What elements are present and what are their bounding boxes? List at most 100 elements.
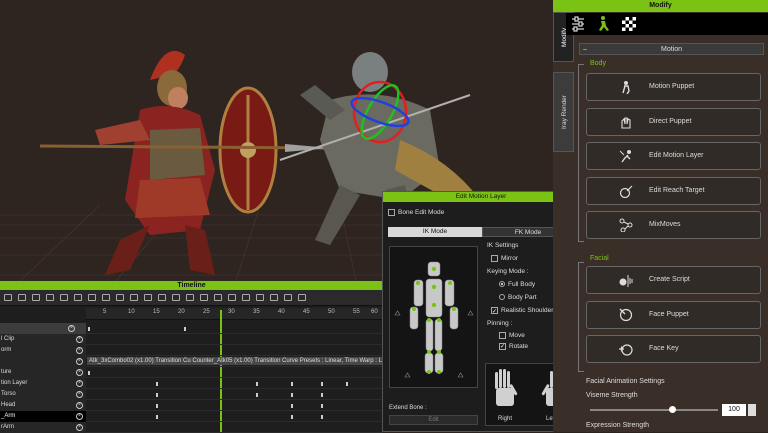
timeline-title: Timeline — [0, 281, 383, 290]
motion-clip-bar[interactable]: Atk_3xCombo02 (x1.00) Transition Cu Coun… — [87, 357, 383, 365]
track-close-icon[interactable]: × — [76, 358, 83, 365]
body-bone-map[interactable] — [389, 246, 478, 388]
timeline-row[interactable]: × Atk_3xCombo02 (x1.00) Transition Cu Co… — [0, 356, 383, 367]
create-script-label: Create Script — [649, 276, 690, 283]
tl-tool-21-icon[interactable] — [284, 294, 292, 301]
tl-tool-20-icon[interactable] — [270, 294, 278, 301]
tl-tool-19-icon[interactable] — [256, 294, 264, 301]
checker-icon[interactable] — [622, 17, 636, 31]
timeline-row[interactable]: _Arm × — [0, 411, 383, 422]
ruler-tick: 30 — [228, 309, 235, 315]
viseme-stepper[interactable] — [748, 404, 756, 416]
track-close-icon[interactable]: × — [76, 380, 83, 387]
direct-puppet-button[interactable]: Direct Puppet — [586, 108, 761, 136]
motion-puppet-button[interactable]: Motion Puppet — [586, 73, 761, 101]
tl-tool-5-icon[interactable] — [60, 294, 68, 301]
track-label: _Arm — [0, 411, 86, 422]
timeline-row[interactable]: Head × — [0, 400, 383, 411]
panel-toolbar-icons — [572, 16, 636, 32]
tl-tool-7-icon[interactable] — [88, 294, 96, 301]
track-label: ture — [0, 367, 86, 378]
timeline-row[interactable]: rArm × — [0, 422, 383, 433]
realistic-shoulder-checkbox[interactable]: Realistic Shoulder — [487, 304, 553, 319]
track-keys[interactable] — [86, 323, 383, 334]
tl-tool-8-icon[interactable] — [102, 294, 110, 301]
track-close-icon[interactable]: × — [76, 369, 83, 376]
timeline-row[interactable]: Torso × — [0, 389, 383, 400]
tab-ik-mode[interactable]: IK Mode — [388, 227, 482, 237]
timeline-row[interactable]: ture × — [0, 367, 383, 378]
extend-bone-edit-button[interactable]: Edit — [389, 415, 478, 425]
track-keys[interactable] — [86, 367, 383, 378]
face-key-button[interactable]: Face Key — [586, 335, 761, 363]
full-body-radio[interactable]: Full Body — [487, 278, 553, 291]
motion-header-label: Motion — [660, 46, 682, 53]
edit-reach-target-button[interactable]: Edit Reach Target — [586, 177, 761, 205]
track-close-icon[interactable]: × — [76, 391, 83, 398]
rotate-checkbox[interactable]: Rotate — [487, 341, 553, 353]
tl-tool-17-icon[interactable] — [228, 294, 236, 301]
ruler-tick: 60 — [371, 309, 378, 315]
motion-section-header[interactable]: – Motion — [579, 43, 764, 55]
tab-iray-render[interactable]: Iray Render — [553, 72, 574, 152]
tl-tool-16-icon[interactable] — [214, 294, 222, 301]
direct-puppet-label: Direct Puppet — [649, 118, 692, 125]
tl-tool-6-icon[interactable] — [74, 294, 82, 301]
viseme-strength-slider[interactable] — [590, 406, 718, 413]
face-puppet-icon — [619, 308, 633, 322]
track-close-icon[interactable]: × — [68, 325, 75, 332]
tl-tool-15-icon[interactable] — [200, 294, 208, 301]
track-close-icon[interactable]: × — [76, 336, 83, 343]
dialog-title-bar[interactable]: Edit Motion Layer × — [383, 192, 579, 202]
ruler-tick: 25 — [203, 309, 210, 315]
mixmoves-button[interactable]: MixMoves — [586, 211, 761, 239]
track-close-icon[interactable]: × — [76, 347, 83, 354]
tl-tool-13-icon[interactable] — [172, 294, 180, 301]
timeline-row[interactable]: tion Layer × — [0, 378, 383, 389]
body-part-radio[interactable]: Body Part — [487, 291, 553, 304]
tl-tool-14-icon[interactable] — [186, 294, 194, 301]
tl-tool-12-icon[interactable] — [158, 294, 166, 301]
slider-thumb[interactable] — [668, 406, 676, 413]
tl-tool-11-icon[interactable] — [144, 294, 152, 301]
track-close-icon[interactable]: × — [76, 424, 83, 431]
bone-edit-mode-box[interactable] — [388, 209, 395, 216]
tl-tool-9-icon[interactable] — [116, 294, 124, 301]
create-script-icon — [619, 275, 633, 287]
panel-title: Modify — [553, 0, 768, 12]
tl-tool-1-icon[interactable] — [4, 294, 12, 301]
right-hand-label: Right — [498, 416, 513, 422]
mirror-checkbox[interactable]: Mirror — [487, 252, 553, 265]
timeline-ruler[interactable]: 5 10 15 20 25 30 35 40 45 50 55 60 — [86, 308, 383, 320]
create-script-button[interactable]: Create Script — [586, 266, 761, 294]
tl-tool-4-icon[interactable] — [46, 294, 54, 301]
panel-toolbar — [566, 13, 768, 35]
timeline-row[interactable]: l Clip × — [0, 334, 383, 345]
track-close-icon[interactable]: × — [76, 413, 83, 420]
timeline-row[interactable]: orm × — [0, 345, 383, 356]
track-keys[interactable] — [86, 400, 383, 411]
tl-tool-2-icon[interactable] — [18, 294, 26, 301]
timeline-row[interactable]: × — [0, 323, 383, 334]
track-close-icon[interactable]: × — [76, 402, 83, 409]
move-checkbox[interactable]: Move — [487, 330, 553, 341]
tl-tool-22-icon[interactable] — [298, 294, 306, 301]
edit-motion-layer-button[interactable]: Edit Motion Layer — [586, 142, 761, 170]
extend-bone-label: Extend Bone : — [389, 405, 427, 411]
track-keys[interactable] — [86, 411, 383, 422]
track-keys[interactable] — [86, 378, 383, 389]
tl-tool-18-icon[interactable] — [242, 294, 250, 301]
sliders-icon[interactable] — [572, 16, 584, 32]
track-label: Head — [0, 400, 86, 411]
viseme-strength-input[interactable]: 100 — [722, 404, 746, 416]
collapse-icon[interactable]: – — [583, 44, 587, 55]
track-keys[interactable] — [86, 389, 383, 400]
running-figure-icon[interactable] — [599, 16, 609, 31]
face-puppet-button[interactable]: Face Puppet — [586, 301, 761, 329]
body-map-figure[interactable] — [390, 247, 479, 389]
tl-tool-10-icon[interactable] — [130, 294, 138, 301]
full-body-label: Full Body — [508, 281, 536, 288]
track-label — [0, 356, 86, 367]
bone-edit-mode-checkbox[interactable]: Bone Edit Mode — [388, 209, 444, 216]
tl-tool-3-icon[interactable] — [32, 294, 40, 301]
